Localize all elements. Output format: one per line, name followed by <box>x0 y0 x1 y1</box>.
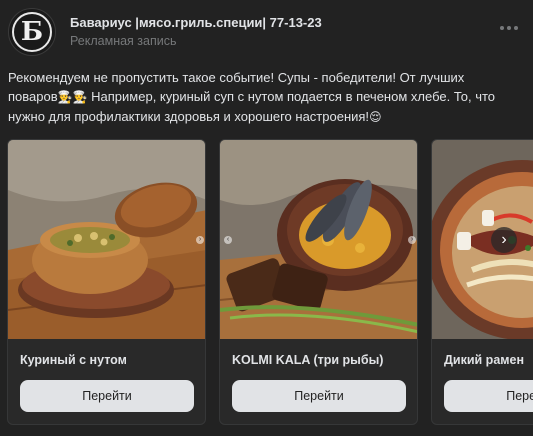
go-button[interactable]: Перейти <box>20 380 194 412</box>
avatar-logo: Б <box>12 12 52 52</box>
post-text-line-1: Рекомендуем не пропустить такое событие!… <box>8 70 465 85</box>
card-title[interactable]: KOLMI KALA (три рыбы) <box>232 353 383 367</box>
carousel-card[interactable]: Дикий рамен Перейти <box>431 139 533 425</box>
carousel-card[interactable]: › Куриный с нутом Перейти <box>7 139 206 425</box>
post: Б Бавариус |мясо.гриль.специи| 77-13-23 … <box>0 0 533 436</box>
post-text-segment: нужно для профилактики здоровья и хороше… <box>8 109 370 124</box>
author-name[interactable]: Бавариус |мясо.гриль.специи| 77-13-23 <box>70 15 322 30</box>
card-title[interactable]: Дикий рамен <box>444 353 524 367</box>
chef-emoji-icon: 👨‍🍳👨‍🍳 <box>57 90 88 104</box>
post-text-segment: Например, куриный суп с нутом подается в… <box>87 89 496 104</box>
post-header: Б Бавариус |мясо.гриль.специи| 77-13-23 … <box>8 8 533 56</box>
avatar[interactable]: Б <box>8 8 56 56</box>
post-text-line-2: поваров👨‍🍳👨‍🍳 Например, куриный суп с ну… <box>8 87 528 107</box>
relieved-face-emoji-icon: 😌 <box>369 110 382 124</box>
carousel-card[interactable]: ‹ › KOLMI KALA (три рыбы) Перейти <box>219 139 418 425</box>
ramen-image[interactable] <box>432 140 533 339</box>
product-carousel[interactable]: › Куриный с нутом Перейти ‹ › KOLMI KALA… <box>7 139 533 425</box>
go-button[interactable]: Перейти <box>444 380 533 412</box>
more-options-icon[interactable] <box>497 16 521 40</box>
next-image-icon[interactable]: › <box>196 236 204 244</box>
prev-image-icon[interactable]: ‹ <box>224 236 232 244</box>
fish-soup-image[interactable]: ‹ › <box>220 140 417 339</box>
post-text-line-3: нужно для профилактики здоровья и хороше… <box>8 107 528 127</box>
ad-label: Рекламная запись <box>70 34 177 48</box>
go-button[interactable]: Перейти <box>232 380 406 412</box>
next-image-icon[interactable]: › <box>408 236 416 244</box>
chicken-soup-bread-image[interactable]: › <box>8 140 205 339</box>
post-text: Рекомендуем не пропустить такое событие!… <box>8 68 528 127</box>
post-text-segment: поваров <box>8 89 58 104</box>
card-title[interactable]: Куриный с нутом <box>20 353 127 367</box>
carousel-next-icon[interactable]: › <box>491 227 517 253</box>
